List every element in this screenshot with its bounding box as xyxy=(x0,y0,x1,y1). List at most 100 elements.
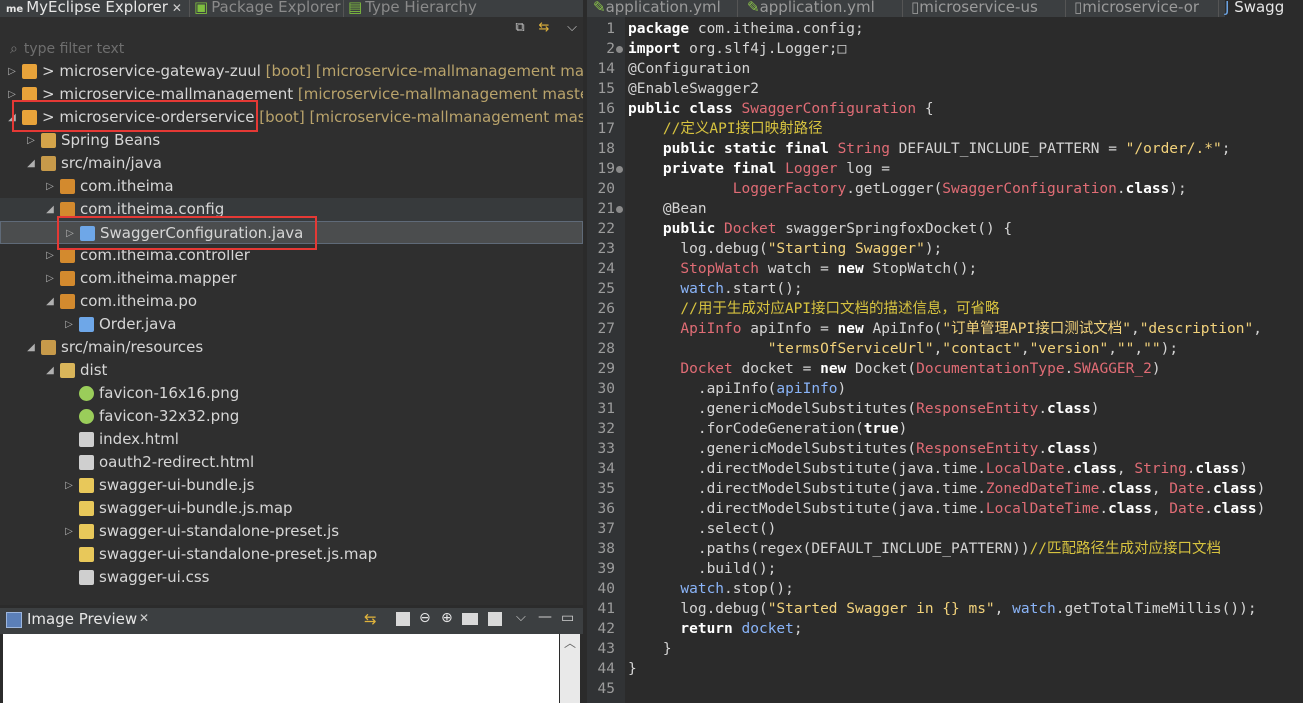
code-text: return docket; xyxy=(680,621,803,637)
zoom-out-icon[interactable]: ⊖ xyxy=(419,610,431,626)
tree-item[interactable]: ▷ > microservice-gateway-zuul [boot] [mic… xyxy=(0,60,583,83)
sync-icon[interactable]: ⇆ xyxy=(364,610,377,628)
fold-toggle-icon[interactable] xyxy=(616,206,623,213)
tree-item[interactable]: ▷ com.itheima.controller xyxy=(0,244,583,267)
tree-item[interactable]: ▷ swagger-ui-standalone-preset.js xyxy=(0,520,583,543)
tree-item[interactable]: ▷ > microservice-mallmanagement [microser… xyxy=(0,83,583,106)
collapsed-arrow-icon[interactable]: ▷ xyxy=(64,222,76,245)
line-number: 15 xyxy=(597,81,615,97)
expanded-arrow-icon[interactable]: ◢ xyxy=(6,106,18,129)
code-text: .build(); xyxy=(628,561,777,577)
collapse-all-icon[interactable]: ⧉ xyxy=(511,19,529,37)
tree-item[interactable]: favicon-16x16.png xyxy=(0,382,583,405)
close-icon[interactable]: ✕ xyxy=(139,611,149,625)
image-preview-title[interactable]: Image Preview xyxy=(27,610,137,628)
collapsed-arrow-icon[interactable]: ▷ xyxy=(63,520,75,543)
tree-item[interactable]: ◢ src/main/resources xyxy=(0,336,583,359)
tree-item[interactable]: ◢ dist xyxy=(0,359,583,382)
collapsed-arrow-icon[interactable]: ▷ xyxy=(6,60,18,83)
fold-toggle-icon[interactable] xyxy=(616,166,623,173)
package-icon: ▣ xyxy=(194,0,209,16)
tree-item[interactable]: swagger-ui-standalone-preset.js.map xyxy=(0,543,583,566)
code-line: 35 .directModelSubstitute(java.time.Zone… xyxy=(587,479,1303,499)
editor-tab-microservice-us[interactable]: ▯microservice-us xyxy=(911,0,1038,17)
tree-item[interactable]: ▷ SwaggerConfiguration.java xyxy=(0,221,583,244)
rotate-icon[interactable] xyxy=(488,612,502,626)
code-line: 27 ApiInfo apiInfo = new ApiInfo("订单管理AP… xyxy=(587,319,1303,339)
expanded-arrow-icon[interactable]: ◢ xyxy=(44,198,56,221)
filter-input[interactable]: ⌕ type filter text xyxy=(10,38,576,60)
tree-item[interactable]: ▷ swagger-ui-bundle.js xyxy=(0,474,583,497)
minimize-icon[interactable]: — xyxy=(538,609,552,625)
tree-item[interactable]: ▷ com.itheima.mapper xyxy=(0,267,583,290)
collapsed-arrow-icon[interactable]: ▷ xyxy=(63,474,75,497)
collapsed-arrow-icon[interactable]: ▷ xyxy=(44,244,56,267)
editor-tab-microservice-or[interactable]: ▯microservice-or xyxy=(1074,0,1199,17)
package-icon xyxy=(60,271,75,286)
editor-tab-swagger-configuration[interactable]: J Swagg xyxy=(1225,0,1303,17)
collapsed-arrow-icon[interactable]: ▷ xyxy=(6,83,18,106)
code-text: package com.itheima.config; xyxy=(628,21,864,37)
code-editor[interactable]: 1 package com.itheima.config; 2 import org.… xyxy=(587,17,1303,703)
editor-tab-application-yml[interactable]: ✎application.yml xyxy=(593,0,721,17)
tree-item[interactable]: swagger-ui.css xyxy=(0,566,583,589)
html-file-icon xyxy=(79,455,94,470)
resource-folder-icon xyxy=(41,340,56,355)
expanded-arrow-icon[interactable]: ◢ xyxy=(25,336,37,359)
line-number: 14 xyxy=(597,61,615,77)
expanded-arrow-icon[interactable]: ◢ xyxy=(44,290,56,313)
collapsed-arrow-icon[interactable]: ▷ xyxy=(44,267,56,290)
collapsed-arrow-icon[interactable]: ▷ xyxy=(44,175,56,198)
tree-item[interactable]: ▷ com.itheima xyxy=(0,175,583,198)
tab-separator xyxy=(902,0,903,17)
editor-tab-application-yml-2[interactable]: ✎application.yml xyxy=(747,0,875,17)
tree-item[interactable]: favicon-32x32.png xyxy=(0,405,583,428)
tree-item[interactable]: oauth2-redirect.html xyxy=(0,451,583,474)
tree-item[interactable]: ◢ com.itheima.po xyxy=(0,290,583,313)
yml-file-icon: ✎ xyxy=(593,0,606,16)
line-number: 28 xyxy=(597,341,615,357)
tree-item[interactable]: ◢ com.itheima.config xyxy=(0,198,583,221)
project-icon xyxy=(22,87,37,102)
tree-item[interactable]: ▷ Spring Beans xyxy=(0,129,583,152)
code-text: } xyxy=(628,661,637,677)
close-icon[interactable]: ✕ xyxy=(172,1,182,15)
tab-package-explorer[interactable]: ▣ Package Explorer xyxy=(194,0,342,17)
scroll-up-icon[interactable]: ︿ xyxy=(564,636,576,650)
actual-size-icon[interactable] xyxy=(462,613,478,625)
line-number: 32 xyxy=(597,421,615,437)
code-line: 40 watch.stop(); xyxy=(587,579,1303,599)
code-text: watch.start(); xyxy=(680,281,803,297)
tree-item-label: src/main/java xyxy=(61,154,162,172)
tree-item[interactable]: ▷ Order.java xyxy=(0,313,583,336)
html-file-icon xyxy=(79,432,94,447)
tree-item[interactable]: ◢ > microservice-orderservice [boot] [mic… xyxy=(0,106,583,129)
tab-myeclipse-explorer[interactable]: me MyEclipse Explorer ✕ xyxy=(6,0,186,17)
expanded-arrow-icon[interactable]: ◢ xyxy=(44,359,56,382)
link-with-editor-icon[interactable]: ⇆ xyxy=(535,19,553,37)
view-menu-chevron-down-icon[interactable]: ⌵ xyxy=(516,610,526,625)
tab-type-hierarchy[interactable]: ▤ Type Hierarchy xyxy=(348,0,483,17)
code-line: 36 .directModelSubstitute(java.time.Loca… xyxy=(587,499,1303,519)
maximize-icon[interactable]: ▭ xyxy=(561,610,574,626)
folder-icon xyxy=(60,363,75,378)
zoom-in-icon[interactable]: ⊕ xyxy=(441,610,453,626)
preview-scrollbar[interactable]: ︿ xyxy=(560,634,580,703)
code-text: .directModelSubstitute(java.time.LocalDa… xyxy=(628,501,1266,517)
code-line: 31 .genericModelSubstitutes(ResponseEnti… xyxy=(587,399,1303,419)
code-line: 2 import org.slf4j.Logger;□ xyxy=(587,39,1303,59)
tree-item[interactable]: index.html xyxy=(0,428,583,451)
fold-toggle-icon[interactable] xyxy=(616,46,623,53)
tree-item[interactable]: swagger-ui-bundle.js.map xyxy=(0,497,583,520)
tree-item[interactable]: ◢ src/main/java xyxy=(0,152,583,175)
line-number: 17 xyxy=(597,121,615,137)
code-text: public Docket swaggerSpringfoxDocket() { xyxy=(662,221,1013,237)
collapsed-arrow-icon[interactable]: ▷ xyxy=(63,313,75,336)
code-text: private final Logger log = xyxy=(662,161,890,177)
fit-image-icon[interactable] xyxy=(396,612,410,626)
expanded-arrow-icon[interactable]: ◢ xyxy=(25,152,37,175)
view-menu-chevron-down-icon[interactable]: ⌵ xyxy=(563,19,581,37)
code-text: @Bean xyxy=(628,201,707,217)
map-file-icon xyxy=(79,501,94,516)
collapsed-arrow-icon[interactable]: ▷ xyxy=(25,129,37,152)
